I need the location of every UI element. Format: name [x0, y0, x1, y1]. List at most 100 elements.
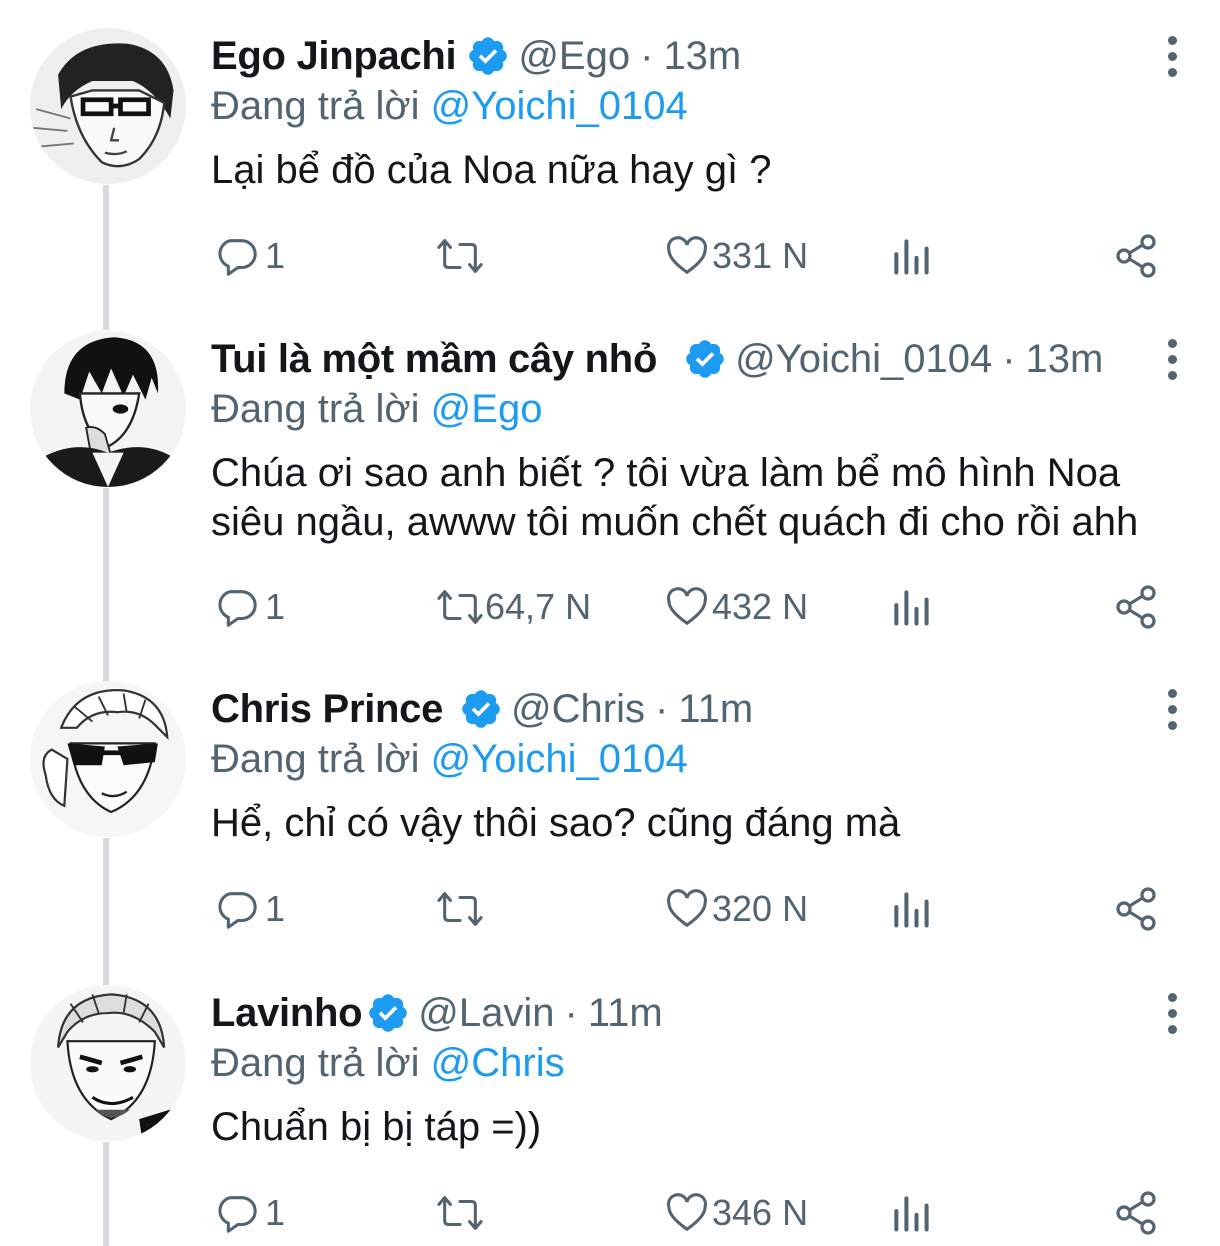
display-name[interactable]: Lavinho [211, 985, 363, 1041]
bar-chart-icon [894, 590, 929, 626]
timestamp[interactable]: 11m [678, 681, 753, 737]
share-button[interactable] [1112, 881, 1160, 937]
heart-icon [667, 587, 707, 626]
heart-icon [667, 889, 707, 928]
like-button[interactable]: 320 N [664, 881, 808, 937]
retweet-button[interactable] [435, 228, 491, 284]
avatar[interactable] [30, 681, 186, 837]
avatar-manga-portrait [30, 681, 186, 837]
comment-bubble-icon [218, 1196, 257, 1233]
more-options-icon[interactable] [1150, 331, 1194, 387]
user-handle[interactable]: @Lavin [418, 985, 554, 1041]
replying-to: Đang trả lời @Yoichi_0104 [211, 78, 688, 134]
like-count: 320 N [712, 888, 809, 929]
replying-label: Đang trả lời [211, 1041, 420, 1085]
reply-count: 1 [265, 1192, 286, 1233]
share-button[interactable] [1112, 579, 1160, 635]
more-options-icon[interactable] [1150, 681, 1194, 737]
verified-badge-icon [466, 34, 510, 78]
avatar-manga-portrait [30, 985, 186, 1141]
avatar[interactable] [30, 28, 186, 184]
replying-label: Đang trả lời [211, 84, 420, 128]
comment-bubble-icon [218, 239, 257, 276]
avatar-manga-portrait [30, 28, 186, 184]
like-button[interactable]: 432 N [664, 579, 808, 635]
user-handle[interactable]: @Chris [511, 681, 645, 737]
retweet-arrows-icon [437, 1196, 483, 1230]
like-button[interactable]: 346 N [664, 1185, 808, 1241]
verified-badge-icon [459, 687, 503, 731]
tweet-text: Lại bể đồ của Noa nữa hay gì ? [211, 148, 772, 192]
replying-to: Đang trả lời @Ego [211, 381, 542, 437]
retweet-button[interactable] [435, 1185, 491, 1241]
retweet-arrows-icon [437, 239, 483, 273]
tweet-header: Ego Jinpachi @Ego · 13m [211, 28, 741, 84]
retweet-count: 64,7 N [485, 586, 592, 627]
separator-dot: · [564, 991, 578, 1035]
mention-link[interactable]: @Ego [431, 387, 543, 431]
share-button[interactable] [1112, 1185, 1160, 1241]
tweet-text: Chuẩn bị bị táp =)) [211, 1105, 542, 1149]
tweet-text: Chúa ơi sao anh biết ? tôi vừa làm bể mô… [211, 451, 1139, 544]
comment-bubble-icon [218, 590, 257, 627]
display-name[interactable]: Tui là một mầm cây nhỏ [211, 331, 657, 387]
action-bar: 1 346 N [0, 1185, 1220, 1241]
share-icon [1116, 585, 1156, 629]
retweet-button[interactable] [435, 881, 491, 937]
more-options-icon[interactable] [1150, 985, 1194, 1041]
like-button[interactable]: 331 N [664, 228, 808, 284]
retweet-arrows-icon [437, 590, 483, 624]
tweet-header: Lavinho @Lavin · 11m [211, 985, 663, 1041]
timestamp[interactable]: 13m [663, 28, 741, 84]
reply-count: 1 [265, 235, 286, 276]
more-options-icon[interactable] [1150, 28, 1194, 84]
bar-chart-icon [894, 1196, 929, 1232]
retweet-button[interactable]: 64,7 N [435, 579, 591, 635]
action-bar: 1 320 N [0, 881, 1220, 937]
mention-link[interactable]: @Yoichi_0104 [431, 737, 688, 781]
action-bar: 1 331 N [0, 228, 1220, 284]
reply-button[interactable]: 1 [213, 1185, 285, 1241]
stats-button[interactable] [889, 1185, 933, 1241]
tweet-header: Tui là một mầm cây nhỏ @Yoichi_0104 · 13… [211, 331, 1103, 387]
user-handle[interactable]: @Yoichi_0104 [735, 331, 992, 387]
mention-link[interactable]: @Yoichi_0104 [431, 84, 688, 128]
like-count: 331 N [712, 235, 809, 276]
avatar[interactable] [30, 331, 186, 487]
display-name[interactable]: Chris Prince [211, 681, 443, 737]
avatar[interactable] [30, 985, 186, 1141]
share-icon [1116, 234, 1156, 278]
reply-button[interactable]: 1 [213, 228, 285, 284]
avatar-manga-portrait [30, 331, 186, 487]
bar-chart-icon [894, 892, 929, 928]
heart-icon [667, 1193, 707, 1232]
separator-dot: · [1002, 337, 1016, 381]
share-icon [1116, 887, 1156, 931]
replying-label: Đang trả lời [211, 387, 420, 431]
replying-label: Đang trả lời [211, 737, 420, 781]
stats-button[interactable] [889, 579, 933, 635]
replying-to: Đang trả lời @Chris [211, 1035, 565, 1091]
reply-count: 1 [265, 586, 286, 627]
separator-dot: · [640, 34, 654, 78]
stats-button[interactable] [889, 881, 933, 937]
display-name[interactable]: Ego Jinpachi [211, 28, 457, 84]
timestamp[interactable]: 11m [588, 985, 663, 1041]
like-count: 432 N [712, 586, 809, 627]
tweet-header: Chris Prince @Chris · 11m [211, 681, 753, 737]
verified-badge-icon [366, 991, 410, 1035]
reply-button[interactable]: 1 [213, 881, 285, 937]
bar-chart-icon [894, 239, 929, 275]
separator-dot: · [655, 687, 669, 731]
heart-icon [667, 236, 707, 275]
reply-button[interactable]: 1 [213, 579, 285, 635]
user-handle[interactable]: @Ego [518, 28, 630, 84]
tweet-text: Hể, chỉ có vậy thôi sao? cũng đáng mà [211, 801, 901, 845]
share-button[interactable] [1112, 228, 1160, 284]
comment-bubble-icon [218, 892, 257, 929]
timestamp[interactable]: 13m [1026, 331, 1104, 387]
retweet-arrows-icon [437, 892, 483, 926]
verified-badge-icon [683, 337, 727, 381]
mention-link[interactable]: @Chris [431, 1041, 565, 1085]
stats-button[interactable] [889, 228, 933, 284]
